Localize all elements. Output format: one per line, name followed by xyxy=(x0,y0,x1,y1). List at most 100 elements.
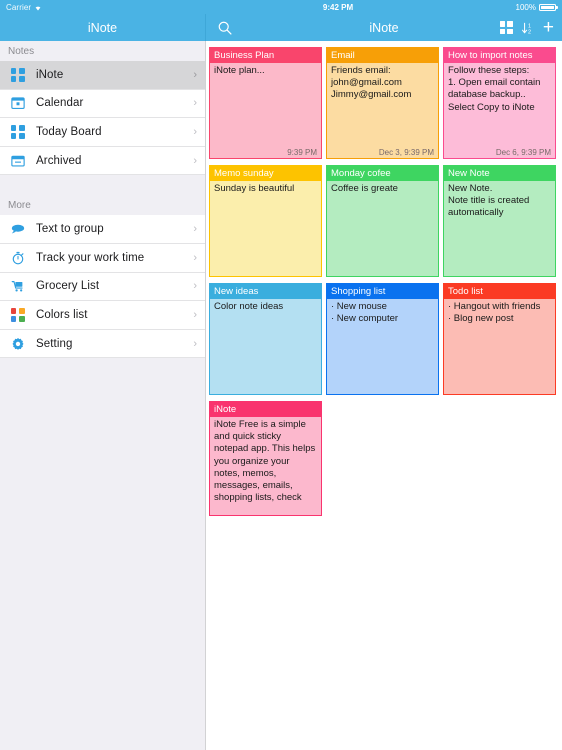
note-card[interactable]: Email Friends email: john@gmail.com Jimmy@g… xyxy=(326,47,439,159)
status-bar: Carrier 9:42 PM 100% xyxy=(0,0,562,14)
note-card[interactable]: How to import notes Follow these steps: 1.… xyxy=(443,47,556,159)
sidebar-item-track-work-time[interactable]: Track your work time › xyxy=(0,243,205,273)
sidebar-item-label: Setting xyxy=(36,337,73,350)
status-bar-time: 9:42 PM xyxy=(322,2,354,12)
note-body: Follow these steps: 1. Open email contain… xyxy=(444,63,555,147)
sidebar-item-calendar[interactable]: Calendar › xyxy=(0,89,205,119)
note-card[interactable]: New ideas Color note ideas xyxy=(209,283,322,395)
stopwatch-icon xyxy=(10,250,25,265)
status-bar-left: Carrier xyxy=(0,3,206,12)
note-body: · New mouse · New computer xyxy=(327,299,438,383)
note-card[interactable]: Todo list · Hangout with friends · Blog ne… xyxy=(443,283,556,395)
cart-icon xyxy=(10,279,25,294)
speech-bubble-icon xyxy=(10,222,25,237)
note-title: New Note xyxy=(444,166,555,181)
sidebar-item-label: Archived xyxy=(36,154,82,167)
note-line: Note title is created automatically xyxy=(448,195,530,219)
navigation-bar: iNote iNote 1 2 + xyxy=(0,14,562,41)
note-body: New Note. Note title is created automatic… xyxy=(444,181,555,265)
notes-panel: Business Plan iNote plan... 9:39 PM Email Fr… xyxy=(206,41,562,750)
note-body: Sunday is beautiful xyxy=(210,181,321,265)
note-date: 9:39 PM xyxy=(287,148,317,157)
note-card[interactable]: New Note New Note. Note title is created a… xyxy=(443,165,556,277)
note-title: Email xyxy=(327,48,438,63)
note-line: Sunday is beautiful xyxy=(214,183,295,194)
sidebar-item-inote[interactable]: iNote › xyxy=(0,61,205,90)
archive-icon xyxy=(10,153,25,168)
calendar-icon xyxy=(10,96,25,111)
sidebar-item-label: Today Board xyxy=(36,125,102,138)
note-card[interactable]: Monday cofee Coffee is greate xyxy=(326,165,439,277)
sidebar-item-grocery-list[interactable]: Grocery List › xyxy=(0,272,205,302)
note-date xyxy=(327,265,438,276)
gear-icon xyxy=(10,336,25,351)
chevron-right-icon: › xyxy=(193,97,197,110)
sidebar-list-more: Text to group › Track your work time › G… xyxy=(0,215,205,359)
note-line: Friends email: xyxy=(331,65,391,76)
sidebar-item-today-board[interactable]: Today Board › xyxy=(0,118,205,147)
note-body: · Hangout with friends · Blog new post xyxy=(444,299,555,383)
sidebar-section-header-notes: Notes xyxy=(0,41,205,61)
svg-text:1: 1 xyxy=(528,23,531,29)
note-title: Business Plan xyxy=(210,48,321,63)
battery-percent-label: 100% xyxy=(515,2,536,12)
note-line: New Note. xyxy=(448,183,493,194)
sidebar-item-setting[interactable]: Setting › xyxy=(0,329,205,359)
wifi-icon xyxy=(34,4,42,11)
note-title: Monday cofee xyxy=(327,166,438,181)
app-root: Carrier 9:42 PM 100% iNote iNote 1 2 + N… xyxy=(0,0,562,750)
note-date: Dec 6, 9:39 PM xyxy=(495,148,551,157)
sort-icon[interactable]: 1 2 xyxy=(521,21,534,35)
chevron-right-icon: › xyxy=(193,68,197,81)
note-card[interactable]: iNote iNote Free is a simple and quick st… xyxy=(209,401,322,516)
sidebar-item-text-to-group[interactable]: Text to group › xyxy=(0,215,205,244)
note-line: · New mouse xyxy=(331,301,387,312)
chevron-right-icon: › xyxy=(193,280,197,293)
grid-view-icon[interactable] xyxy=(499,21,513,34)
note-date: Dec 3, 9:39 PM xyxy=(378,148,434,157)
note-date xyxy=(444,265,555,276)
sidebar: Notes iNote › Calendar › Today Board › A… xyxy=(0,41,206,750)
battery-full-icon xyxy=(539,3,558,11)
note-title: How to import notes xyxy=(444,48,555,63)
chevron-right-icon: › xyxy=(193,154,197,167)
note-body: Coffee is greate xyxy=(327,181,438,265)
sidebar-divider xyxy=(0,175,205,196)
note-card[interactable]: Business Plan iNote plan... 9:39 PM xyxy=(209,47,322,159)
note-line: · Blog new post xyxy=(448,313,514,325)
note-date xyxy=(327,383,438,394)
note-card[interactable]: Memo sunday Sunday is beautiful xyxy=(209,165,322,277)
note-date xyxy=(210,504,321,515)
note-line: iNote plan... xyxy=(214,65,265,76)
sidebar-title: iNote xyxy=(87,20,118,35)
sidebar-item-label: Colors list xyxy=(36,308,88,321)
note-date xyxy=(210,383,321,394)
chevron-right-icon: › xyxy=(193,308,197,321)
note-line: Coffee is greate xyxy=(331,183,398,194)
search-icon[interactable] xyxy=(217,20,233,36)
sidebar-list-notes: iNote › Calendar › Today Board › Archive… xyxy=(0,61,205,176)
note-line: iNote Free is a simple and quick sticky … xyxy=(214,419,316,504)
chevron-right-icon: › xyxy=(193,125,197,138)
note-line: Jimmy@gmail.com xyxy=(331,89,412,101)
note-body: Friends email: john@gmail.com Jimmy@gmail.… xyxy=(327,63,438,147)
status-bar-right: 100% xyxy=(515,0,558,14)
carrier-label: Carrier xyxy=(6,2,32,12)
sidebar-item-colors-list[interactable]: Colors list › xyxy=(0,301,205,330)
note-line: john@gmail.com xyxy=(331,77,402,89)
color-grid-icon xyxy=(10,307,25,322)
sidebar-item-label: iNote xyxy=(36,68,64,81)
note-card[interactable]: Shopping list · New mouse · New computer xyxy=(326,283,439,395)
notes-grid: Business Plan iNote plan... 9:39 PM Email Fr… xyxy=(209,47,562,522)
note-line: Follow these steps: xyxy=(448,65,530,76)
note-title: New ideas xyxy=(210,284,321,299)
note-title: Memo sunday xyxy=(210,166,321,181)
content-title-bar: iNote 1 2 + xyxy=(206,14,562,41)
note-line: Color note ideas xyxy=(214,301,284,312)
sidebar-item-archived[interactable]: Archived › xyxy=(0,146,205,176)
add-icon[interactable]: + xyxy=(543,18,554,37)
note-date xyxy=(210,265,321,276)
svg-text:2: 2 xyxy=(528,29,531,34)
note-title: iNote xyxy=(210,402,321,417)
note-line: · Hangout with friends xyxy=(448,301,541,312)
